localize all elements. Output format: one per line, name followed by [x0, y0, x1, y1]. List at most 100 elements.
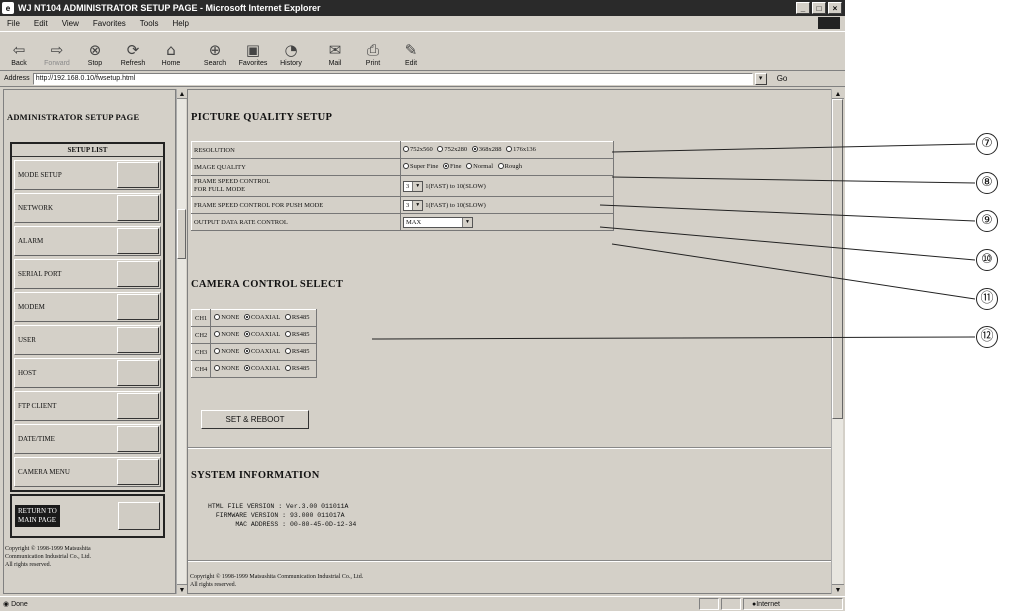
- print-button[interactable]: ⎙ Print: [354, 32, 392, 70]
- scroll-down-icon[interactable]: ▼: [832, 584, 844, 594]
- admin-page-title: ADMINISTRATOR SETUP PAGE: [7, 112, 140, 122]
- stop-button[interactable]: ⊗ Stop: [76, 32, 114, 70]
- image-quality-radio[interactable]: Rough: [497, 163, 522, 170]
- resolution-radio[interactable]: 752x560: [403, 146, 433, 153]
- menu-bar: File Edit View Favorites Tools Help: [0, 16, 845, 30]
- address-bar: Address http://192.168.0.10/fwsetup.html…: [0, 71, 845, 87]
- resolution-label: RESOLUTION: [191, 141, 401, 159]
- output-rate-select[interactable]: MAX ▼: [403, 216, 473, 228]
- forward-button[interactable]: ⇨ Forward: [38, 32, 76, 70]
- return-main-button[interactable]: [118, 502, 160, 530]
- setup-item-host: HOST: [14, 358, 161, 388]
- setup-item-ftp-client: FTP CLIENT: [14, 391, 161, 421]
- user-button[interactable]: [117, 327, 159, 353]
- output-rate-row: OUTPUT DATA RATE CONTROL MAX ▼: [191, 213, 614, 231]
- camera-control-table: CH1 NONE COAXIAL RS485 CH2 NONE COAXIAL …: [190, 309, 317, 378]
- chevron-down-icon: ▼: [412, 181, 423, 191]
- camera-rs485-radio[interactable]: RS485: [284, 314, 310, 321]
- menu-help[interactable]: Help: [165, 19, 195, 28]
- setup-list-header: SETUP LIST: [12, 144, 163, 157]
- left-scrollbar[interactable]: ▲ ▼: [176, 89, 187, 594]
- scroll-up-icon[interactable]: ▲: [177, 89, 187, 99]
- right-copyright: Copyright © 1998-1999 Matsushita Communi…: [190, 574, 364, 588]
- network-button[interactable]: [117, 195, 159, 221]
- camera-row-ch2: CH2 NONE COAXIAL RS485: [190, 326, 317, 344]
- alarm-button[interactable]: [117, 228, 159, 254]
- refresh-button[interactable]: ⟳ Refresh: [114, 32, 152, 70]
- camera-coaxial-radio[interactable]: COAXIAL: [243, 365, 280, 372]
- window-title: WJ NT104 ADMINISTRATOR SETUP PAGE - Micr…: [18, 3, 321, 13]
- resolution-radio[interactable]: 176x136: [506, 146, 536, 153]
- image-quality-row: IMAGE QUALITY Super Fine Fine Normal Rou…: [191, 158, 614, 176]
- menu-view[interactable]: View: [55, 19, 86, 28]
- host-button[interactable]: [117, 360, 159, 386]
- camera-rs485-radio[interactable]: RS485: [284, 348, 310, 355]
- callout-11: ⑪: [976, 288, 998, 310]
- right-scrollbar[interactable]: ▲ ▼: [831, 89, 844, 594]
- modem-button[interactable]: [117, 294, 159, 320]
- setup-item-network: NETWORK: [14, 193, 161, 223]
- minimize-button[interactable]: _: [796, 2, 810, 14]
- frame-speed-push-select[interactable]: 3 ▼: [403, 199, 424, 211]
- camera-coaxial-radio[interactable]: COAXIAL: [243, 331, 280, 338]
- ie-app-icon: e: [2, 2, 14, 14]
- frame-speed-full-select[interactable]: 3 ▼: [403, 180, 424, 192]
- address-input[interactable]: http://192.168.0.10/fwsetup.html: [32, 72, 753, 85]
- image-quality-radio[interactable]: Fine: [442, 163, 462, 170]
- menu-tools[interactable]: Tools: [133, 19, 166, 28]
- set-and-reboot-button[interactable]: SET & REBOOT: [201, 410, 309, 429]
- ftp-client-button[interactable]: [117, 393, 159, 419]
- right-scroll-thumb[interactable]: [832, 99, 843, 419]
- image-quality-label: IMAGE QUALITY: [191, 158, 401, 176]
- camera-none-radio[interactable]: NONE: [214, 314, 239, 321]
- frame-speed-full-row: FRAME SPEED CONTROL FOR FULL MODE 3 ▼ 1(FAS…: [191, 175, 614, 197]
- image-quality-radio[interactable]: Super Fine: [403, 163, 438, 170]
- output-rate-label: OUTPUT DATA RATE CONTROL: [191, 213, 401, 231]
- left-scroll-thumb[interactable]: [177, 209, 186, 259]
- mail-button[interactable]: ✉ Mail: [316, 32, 354, 70]
- camera-menu-button[interactable]: [117, 459, 159, 485]
- home-button[interactable]: ⌂ Home: [152, 32, 190, 70]
- camera-rs485-radio[interactable]: RS485: [284, 331, 310, 338]
- camera-none-radio[interactable]: NONE: [214, 365, 239, 372]
- channel-label: CH4: [190, 360, 212, 378]
- menu-file[interactable]: File: [0, 19, 27, 28]
- system-info-block: HTML FILE VERSION : Ver.3.00 011011A FIR…: [208, 503, 357, 528]
- home-icon: ⌂: [166, 41, 176, 59]
- go-button[interactable]: Go: [777, 74, 788, 83]
- history-button[interactable]: ◔ History: [272, 32, 310, 70]
- camera-none-radio[interactable]: NONE: [214, 331, 239, 338]
- close-button[interactable]: ×: [828, 2, 842, 14]
- camera-rs485-radio[interactable]: RS485: [284, 365, 310, 372]
- camera-row-ch3: CH3 NONE COAXIAL RS485: [190, 343, 317, 361]
- address-dropdown-icon[interactable]: ▾: [754, 72, 767, 85]
- frame-speed-full-label: FRAME SPEED CONTROL FOR FULL MODE: [191, 175, 401, 197]
- resolution-radio[interactable]: 752x280: [437, 146, 467, 153]
- maximize-button[interactable]: □: [812, 2, 826, 14]
- menu-favorites[interactable]: Favorites: [86, 19, 133, 28]
- edit-button[interactable]: ✎ Edit: [392, 32, 430, 70]
- resolution-row: RESOLUTION 752x560 752x280 368x288 176x1…: [191, 141, 614, 159]
- callout-7: ⑦: [976, 133, 998, 155]
- back-button[interactable]: ⇦ Back: [0, 32, 38, 70]
- camera-coaxial-radio[interactable]: COAXIAL: [243, 348, 280, 355]
- favorites-button[interactable]: ▣ Favorites: [234, 32, 272, 70]
- scroll-up-icon[interactable]: ▲: [832, 89, 844, 99]
- resolution-radio[interactable]: 368x288: [471, 146, 502, 153]
- scroll-down-icon[interactable]: ▼: [177, 584, 187, 594]
- picture-quality-table: RESOLUTION 752x560 752x280 368x288 176x1…: [191, 141, 614, 231]
- refresh-icon: ⟳: [126, 41, 140, 59]
- toolbar: ⇦ Back ⇨ Forward ⊗ Stop ⟳ Refresh ⌂ Home ⊕ Sea…: [0, 31, 845, 71]
- date-time-button[interactable]: [117, 426, 159, 452]
- mode-setup-button[interactable]: [117, 162, 159, 188]
- picture-quality-title: PICTURE QUALITY SETUP: [191, 112, 333, 123]
- left-frame: ADMINISTRATOR SETUP PAGE SETUP LIST MODE…: [3, 89, 176, 594]
- image-quality-radio[interactable]: Normal: [466, 163, 493, 170]
- camera-coaxial-radio[interactable]: COAXIAL: [243, 314, 280, 321]
- right-frame: PICTURE QUALITY SETUP RESOLUTION 752x560…: [187, 89, 832, 594]
- serial-port-button[interactable]: [117, 261, 159, 287]
- search-button[interactable]: ⊕ Search: [196, 32, 234, 70]
- camera-none-radio[interactable]: NONE: [214, 348, 239, 355]
- menu-edit[interactable]: Edit: [27, 19, 55, 28]
- search-icon: ⊕: [208, 41, 222, 59]
